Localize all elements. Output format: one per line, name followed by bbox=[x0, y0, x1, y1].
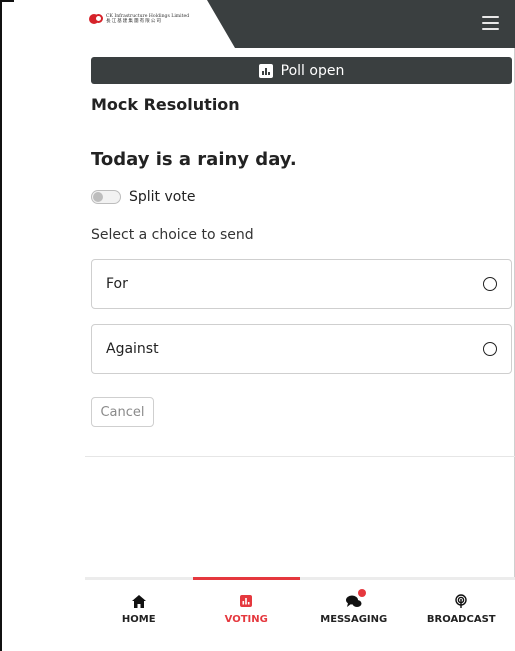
poll-status-label: Poll open bbox=[280, 62, 345, 79]
radio-button-icon[interactable] bbox=[483, 277, 497, 291]
choice-against[interactable]: Against bbox=[91, 324, 512, 374]
nav-label: MESSAGING bbox=[320, 614, 388, 625]
radio-button-icon[interactable] bbox=[483, 342, 497, 356]
nav-label: BROADCAST bbox=[426, 614, 496, 625]
app-container: CK Infrastructure Holdings Limited 長江基建集… bbox=[85, 0, 515, 651]
split-vote-label: Split vote bbox=[129, 189, 196, 205]
choice-for[interactable]: For bbox=[91, 259, 512, 309]
nav-item-voting[interactable]: VOTING bbox=[192, 577, 301, 651]
poll-icon bbox=[238, 594, 254, 608]
logo-mark-icon bbox=[89, 12, 103, 26]
frame-left-edge bbox=[0, 0, 2, 651]
nav-label: HOME bbox=[121, 614, 156, 625]
poll-icon bbox=[258, 63, 273, 78]
frame-top-edge bbox=[0, 0, 14, 2]
logo-text-zh: 長江基建集團有限公司 bbox=[106, 19, 162, 24]
logo-text: CK Infrastructure Holdings Limited 長江基建集… bbox=[106, 14, 189, 24]
chat-icon bbox=[345, 589, 366, 608]
nav-item-messaging[interactable]: MESSAGING bbox=[300, 580, 408, 651]
home-icon bbox=[131, 594, 147, 608]
header: CK Infrastructure Holdings Limited 長江基建集… bbox=[85, 0, 515, 48]
split-vote-toggle[interactable] bbox=[91, 190, 121, 204]
broadcast-icon bbox=[453, 594, 469, 608]
select-choice-prompt: Select a choice to send bbox=[91, 227, 254, 243]
resolution-title: Mock Resolution bbox=[91, 95, 240, 114]
hamburger-menu-icon[interactable] bbox=[482, 14, 499, 32]
company-logo[interactable]: CK Infrastructure Holdings Limited 長江基建集… bbox=[89, 12, 189, 26]
nav-item-broadcast[interactable]: BROADCAST bbox=[408, 580, 515, 651]
cancel-button[interactable]: Cancel bbox=[91, 397, 154, 427]
choice-label: For bbox=[106, 276, 128, 292]
nav-label: VOTING bbox=[224, 614, 268, 625]
choice-label: Against bbox=[106, 341, 159, 357]
split-vote-row: Split vote bbox=[91, 189, 195, 205]
bottom-navigation: HOME VOTING MESSAGING BROADCAST bbox=[85, 577, 515, 651]
nav-item-home[interactable]: HOME bbox=[85, 580, 193, 651]
content-divider bbox=[85, 456, 515, 457]
poll-status-banner: Poll open bbox=[91, 57, 512, 84]
resolution-question: Today is a rainy day. bbox=[91, 149, 297, 170]
notification-badge bbox=[357, 589, 366, 597]
toggle-knob bbox=[93, 192, 103, 202]
